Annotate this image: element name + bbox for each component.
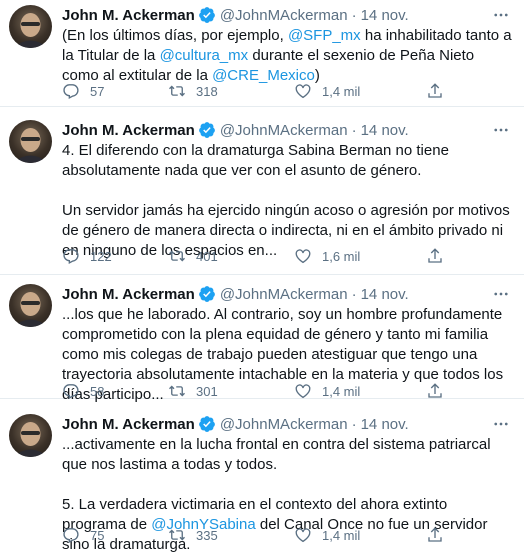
author-handle[interactable]: @JohnMAckerman	[220, 286, 348, 303]
reply-icon	[63, 528, 79, 544]
avatar[interactable]	[9, 284, 52, 327]
verified-icon	[198, 416, 215, 432]
tweet[interactable]: John M. Ackerman @JohnMAckerman · 14 nov…	[0, 115, 524, 275]
author-name[interactable]: John M. Ackerman	[62, 416, 195, 433]
retweet-count: 401	[196, 248, 218, 264]
reply-icon	[63, 249, 79, 265]
timestamp[interactable]: 14 nov.	[361, 286, 409, 303]
more-icon[interactable]	[492, 121, 510, 139]
like-icon	[295, 249, 311, 264]
reply-icon	[63, 84, 79, 100]
author-handle[interactable]: @JohnMAckerman	[220, 416, 348, 433]
verified-icon	[198, 7, 215, 23]
reply-count: 75	[90, 527, 105, 543]
share-icon	[428, 383, 442, 398]
retweet-button[interactable]: 301	[168, 382, 218, 400]
reply-button[interactable]: 122	[62, 247, 112, 265]
more-icon[interactable]	[492, 285, 510, 303]
mention-link[interactable]: @cultura_mx	[160, 47, 249, 64]
more-icon[interactable]	[492, 6, 510, 24]
tweet-text: (En los últimos días, por ejemplo, @SFP_…	[62, 27, 512, 84]
retweet-button[interactable]: 401	[168, 247, 218, 265]
mention-link[interactable]: @SFP_mx	[288, 27, 361, 44]
tweet[interactable]: John M. Ackerman @JohnMAckerman · 14 nov…	[0, 279, 524, 403]
tweet-text: 4. El diferendo con la dramaturga Sabina…	[62, 142, 510, 259]
like-icon	[295, 84, 311, 99]
author-handle[interactable]: @JohnMAckerman	[220, 122, 348, 139]
separator-dot: ·	[351, 415, 357, 433]
share-button[interactable]	[426, 82, 454, 100]
like-button[interactable]: 1,6 mil	[294, 247, 360, 265]
tweet[interactable]: John M. Ackerman @JohnMAckerman · 14 nov…	[0, 0, 524, 107]
retweet-count: 318	[196, 83, 218, 99]
retweet-icon	[169, 250, 185, 262]
share-icon	[428, 527, 442, 542]
retweet-icon	[169, 85, 185, 97]
like-count: 1,4 mil	[322, 527, 361, 543]
share-button[interactable]	[426, 526, 454, 544]
separator-dot: ·	[351, 121, 357, 139]
separator-dot: ·	[351, 285, 357, 303]
timestamp[interactable]: 14 nov.	[361, 7, 409, 24]
retweet-button[interactable]: 335	[168, 526, 218, 544]
retweet-icon	[169, 385, 185, 397]
author-name[interactable]: John M. Ackerman	[62, 7, 195, 24]
share-button[interactable]	[426, 382, 454, 400]
like-count: 1,4 mil	[322, 83, 361, 99]
like-count: 1,4 mil	[322, 383, 361, 399]
author-name[interactable]: John M. Ackerman	[62, 122, 195, 139]
like-icon	[295, 384, 311, 399]
retweet-count: 301	[196, 383, 218, 399]
reply-button[interactable]: 58	[62, 382, 104, 400]
reply-button[interactable]: 57	[62, 82, 104, 100]
timestamp[interactable]: 14 nov.	[361, 122, 409, 139]
verified-icon	[198, 122, 215, 138]
timestamp[interactable]: 14 nov.	[361, 416, 409, 433]
avatar[interactable]	[9, 120, 52, 163]
reply-count: 58	[90, 383, 105, 399]
share-button[interactable]	[426, 247, 454, 265]
reply-icon	[63, 384, 79, 400]
retweet-button[interactable]: 318	[168, 82, 218, 100]
avatar[interactable]	[9, 414, 52, 457]
retweet-icon	[169, 529, 185, 541]
like-button[interactable]: 1,4 mil	[294, 382, 360, 400]
share-icon	[428, 83, 442, 98]
like-icon	[295, 528, 311, 543]
reply-count: 57	[90, 83, 105, 99]
share-icon	[428, 248, 442, 263]
author-name[interactable]: John M. Ackerman	[62, 286, 195, 303]
like-button[interactable]: 1,4 mil	[294, 526, 360, 544]
like-count: 1,6 mil	[322, 248, 361, 264]
more-icon[interactable]	[492, 415, 510, 433]
retweet-count: 335	[196, 527, 218, 543]
avatar[interactable]	[9, 5, 52, 48]
like-button[interactable]: 1,4 mil	[294, 82, 360, 100]
reply-count: 122	[90, 248, 112, 264]
author-handle[interactable]: @JohnMAckerman	[220, 7, 348, 24]
separator-dot: ·	[351, 6, 357, 24]
verified-icon	[198, 286, 215, 302]
reply-button[interactable]: 75	[62, 526, 104, 544]
tweet[interactable]: John M. Ackerman @JohnMAckerman · 14 nov…	[0, 409, 524, 556]
